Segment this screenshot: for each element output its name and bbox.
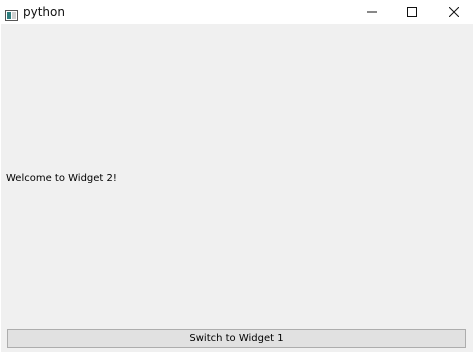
close-icon (449, 7, 459, 17)
python-app-icon (5, 6, 18, 21)
window-title: python (23, 5, 65, 19)
minimize-button[interactable] (352, 0, 392, 24)
minimize-icon (367, 11, 377, 13)
maximize-button[interactable] (392, 0, 432, 24)
title-bar[interactable]: python (0, 0, 474, 24)
maximize-icon (407, 7, 417, 17)
welcome-label: Welcome to Widget 2! (6, 173, 117, 184)
close-button[interactable] (434, 0, 474, 24)
switch-to-widget-1-button[interactable]: Switch to Widget 1 (7, 329, 466, 348)
client-area: Welcome to Widget 2! Switch to Widget 1 (1, 24, 473, 352)
app-window: python Welcome to Widget 2! Switch to Wi… (0, 0, 474, 353)
